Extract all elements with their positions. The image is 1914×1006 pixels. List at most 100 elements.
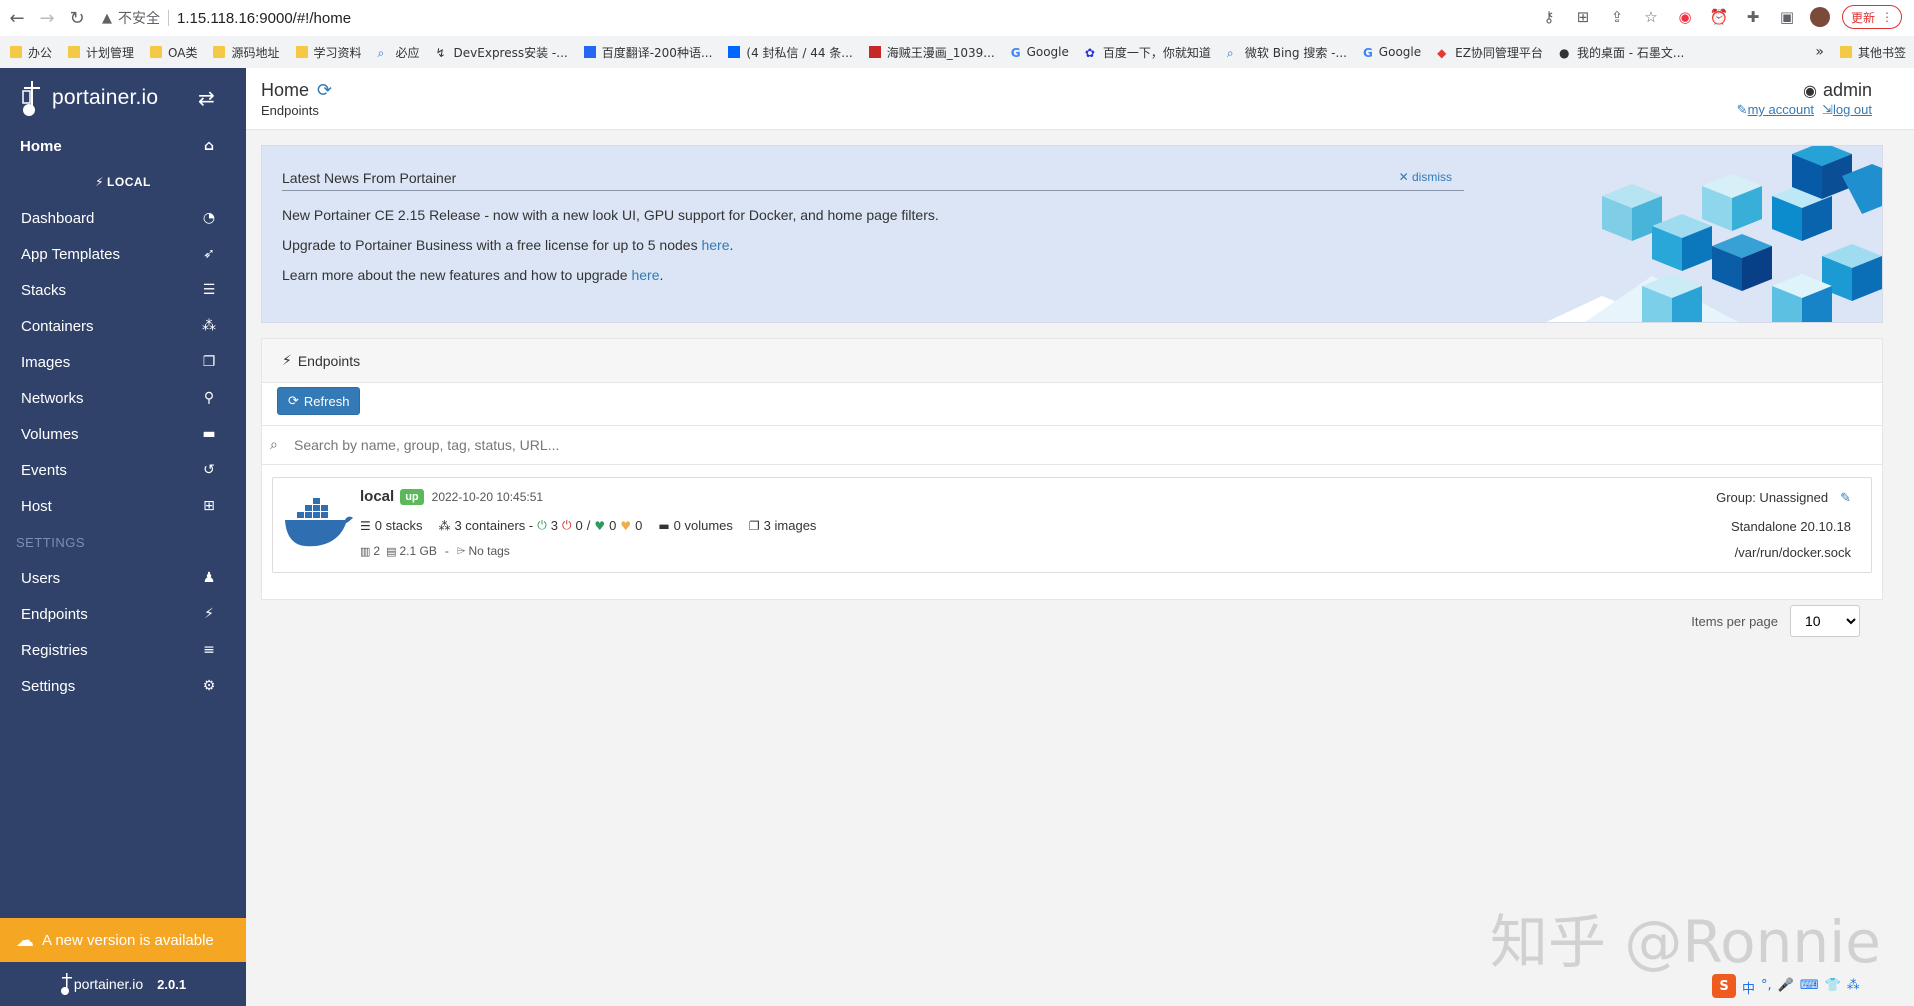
sidebar-item-users[interactable]: Users ♟ xyxy=(0,560,246,596)
my-account-link[interactable]: ✎my account xyxy=(1737,102,1814,118)
memory-size: 2.1 GB xyxy=(399,544,437,558)
bookmark-item[interactable]: ⌕ 必应 xyxy=(378,44,420,61)
endpoints-panel: ⚡ Endpoints ⟳ Refresh ⌕ local xyxy=(261,338,1883,637)
sidebar-item-networks[interactable]: Networks ⚲ xyxy=(0,380,246,416)
tools-grid-icon[interactable]: ⁂ xyxy=(1847,978,1860,998)
dismiss-button[interactable]: ✕ dismiss xyxy=(1399,170,1452,184)
star-icon[interactable]: ☆ xyxy=(1640,6,1662,28)
sidebar-item-host[interactable]: Host ⊞ xyxy=(0,488,246,524)
items-per-page-label: Items per page xyxy=(1691,613,1778,629)
extension-alarm-icon[interactable]: ⏰ xyxy=(1708,6,1730,28)
back-icon[interactable]: ← xyxy=(4,5,30,31)
key-icon[interactable]: ⚷ xyxy=(1538,6,1560,28)
profile-avatar[interactable] xyxy=(1809,7,1830,27)
page-header: Home ⟳ Endpoints ◉ admin ✎my account ⇲lo… xyxy=(246,68,1914,130)
folder-icon xyxy=(150,46,163,58)
extension-color-icon[interactable]: ◉ xyxy=(1674,6,1696,28)
other-bookmarks[interactable]: 其他书签 xyxy=(1839,36,1906,68)
bookmark-item[interactable]: ● 我的桌面 - 石墨文... xyxy=(1559,44,1684,61)
sidebar-item-settings[interactable]: Settings ⚙ xyxy=(0,668,246,704)
panel-toolbar: ⟳ Refresh xyxy=(262,383,1882,419)
bookmark-item[interactable]: 海贼王漫画_1039... xyxy=(868,44,995,61)
refresh-icon[interactable]: ⟳ xyxy=(317,80,332,101)
search-input[interactable] xyxy=(294,437,1794,453)
url-field[interactable]: 1.15.118.16:9000/#!/home xyxy=(177,10,351,27)
reload-icon[interactable]: ↻ xyxy=(64,5,90,31)
volumes-count: 0 volumes xyxy=(673,518,733,533)
google-icon: G xyxy=(1010,46,1021,60)
bookmark-item[interactable]: 百度翻译-200种语... xyxy=(583,44,712,61)
tachometer-icon: ◔ xyxy=(202,210,216,226)
bookmarks-more-icon[interactable]: » xyxy=(1815,36,1824,68)
power-off-icon: ⏻ xyxy=(561,518,572,532)
sogou-icon[interactable]: S xyxy=(1712,974,1736,998)
bookmark-item[interactable]: G Google xyxy=(1363,45,1421,60)
sidepanel-icon[interactable]: ▣ xyxy=(1776,6,1798,28)
sidebar-item-volumes[interactable]: Volumes ▬ xyxy=(0,416,246,452)
bookmarks-bar: 办公 计划管理 OA类 源码地址 学习资料 ⌕ 必应 ↯ DevExpress安装 … xyxy=(0,36,1914,68)
clone-icon: ❐ xyxy=(748,518,760,533)
sidebar-item-app-templates[interactable]: App Templates ➶ xyxy=(0,236,246,272)
items-per-page-select[interactable]: 10 xyxy=(1790,605,1860,637)
tags-label: No tags xyxy=(468,544,510,558)
ime-punctuation-icon[interactable]: °, xyxy=(1761,978,1772,998)
new-version-banner[interactable]: ☁ A new version is available xyxy=(0,918,246,962)
sidebar-item-home[interactable]: Home ⌂ xyxy=(0,128,246,164)
bookmark-item[interactable]: (4 封私信 / 44 条... xyxy=(728,44,853,61)
bookmark-item[interactable]: 计划管理 xyxy=(68,44,134,61)
microphone-icon[interactable]: 🎤 xyxy=(1778,978,1794,998)
keyboard-icon[interactable]: ⌨ xyxy=(1800,978,1819,998)
bookmark-item[interactable]: ◆ EZ协同管理平台 xyxy=(1437,44,1543,61)
bookmark-item[interactable]: 源码地址 xyxy=(213,44,280,61)
folder-icon xyxy=(295,46,308,58)
puzzle-icon[interactable]: ✚ xyxy=(1742,6,1764,28)
menu-dots-icon: ⋮ xyxy=(1881,10,1893,24)
share-icon[interactable]: ⇪ xyxy=(1606,6,1628,28)
sidebar-item-stacks[interactable]: Stacks ☰ xyxy=(0,272,246,308)
warning-icon: ▲ xyxy=(102,10,112,26)
ime-chinese-mode[interactable]: 中 xyxy=(1742,978,1755,998)
sidebar-toggle-icon[interactable]: ⇄ xyxy=(198,86,215,110)
sidebar-item-dashboard[interactable]: Dashboard ◔ xyxy=(0,200,246,236)
unhealthy-count: 0 xyxy=(635,518,643,533)
endpoint-url: /var/run/docker.sock xyxy=(1734,545,1851,560)
upgrade-link[interactable]: here xyxy=(701,237,729,253)
healthy-count: 0 xyxy=(609,518,617,533)
bookmark-item[interactable]: 办公 xyxy=(10,44,52,61)
edit-pencil-icon[interactable]: ✎ xyxy=(1840,491,1851,506)
cpu-icon: ▥ xyxy=(360,544,371,558)
version-label: 2.0.1 xyxy=(157,976,187,992)
sidebar-item-events[interactable]: Events ↺ xyxy=(0,452,246,488)
translate-icon[interactable]: ⊞ xyxy=(1572,6,1594,28)
search-bar: ⌕ xyxy=(262,425,1882,465)
bookmark-item[interactable]: G Google xyxy=(1010,45,1069,60)
main-content: Home ⟳ Endpoints ◉ admin ✎my account ⇲lo… xyxy=(246,68,1914,1006)
sidebar-item-registries[interactable]: Registries ≡ xyxy=(0,632,246,668)
security-indicator[interactable]: ▲ 不安全 xyxy=(102,8,160,28)
endpoint-card[interactable]: local up 2022-10-20 10:45:51 ☰ 0 stacks … xyxy=(272,477,1872,573)
th-list-icon: ☰ xyxy=(202,282,216,298)
docker-whale-icon xyxy=(285,498,353,547)
containers-count: 3 containers - xyxy=(454,518,534,533)
sidebar-item-containers[interactable]: Containers ⁂ xyxy=(0,308,246,344)
watermark-text: 知乎 @Ronnie xyxy=(1490,908,1881,976)
learn-more-link[interactable]: here xyxy=(631,267,659,283)
wrench-icon: ✎ xyxy=(1736,103,1748,118)
bookmark-item[interactable]: 学习资料 xyxy=(295,44,362,61)
browser-chrome: ← → ↻ ▲ 不安全 1.15.118.16:9000/#!/home ⚷ ⊞… xyxy=(0,0,1914,68)
bookmark-item[interactable]: ✿ 百度一下，你就知道 xyxy=(1085,44,1211,61)
sidebar-item-images[interactable]: Images ❐ xyxy=(0,344,246,380)
forward-icon[interactable]: → xyxy=(34,5,60,31)
sidebar-item-endpoints[interactable]: Endpoints ⚡ xyxy=(0,596,246,632)
plug-icon: ⚡ xyxy=(204,606,214,622)
bookmark-item[interactable]: ⌕ 微软 Bing 搜索 -... xyxy=(1227,44,1347,61)
sidebar: portainer.io ⇄ Home ⌂ ⚡ LOCAL Dashboard ◔… xyxy=(0,68,246,1006)
refresh-button[interactable]: ⟳ Refresh xyxy=(277,387,361,415)
update-button[interactable]: 更新 ⋮ xyxy=(1841,5,1902,29)
skin-icon[interactable]: 👕 xyxy=(1825,978,1841,998)
zhihu-icon xyxy=(728,46,741,58)
endpoint-resources: ▥ 2 ▤ 2.1 GB - ⌲ No tags xyxy=(360,544,510,558)
bookmark-item[interactable]: ↯ DevExpress安装 -... xyxy=(436,44,568,61)
log-out-link[interactable]: ⇲log out xyxy=(1822,102,1872,118)
bookmark-item[interactable]: OA类 xyxy=(150,44,197,61)
